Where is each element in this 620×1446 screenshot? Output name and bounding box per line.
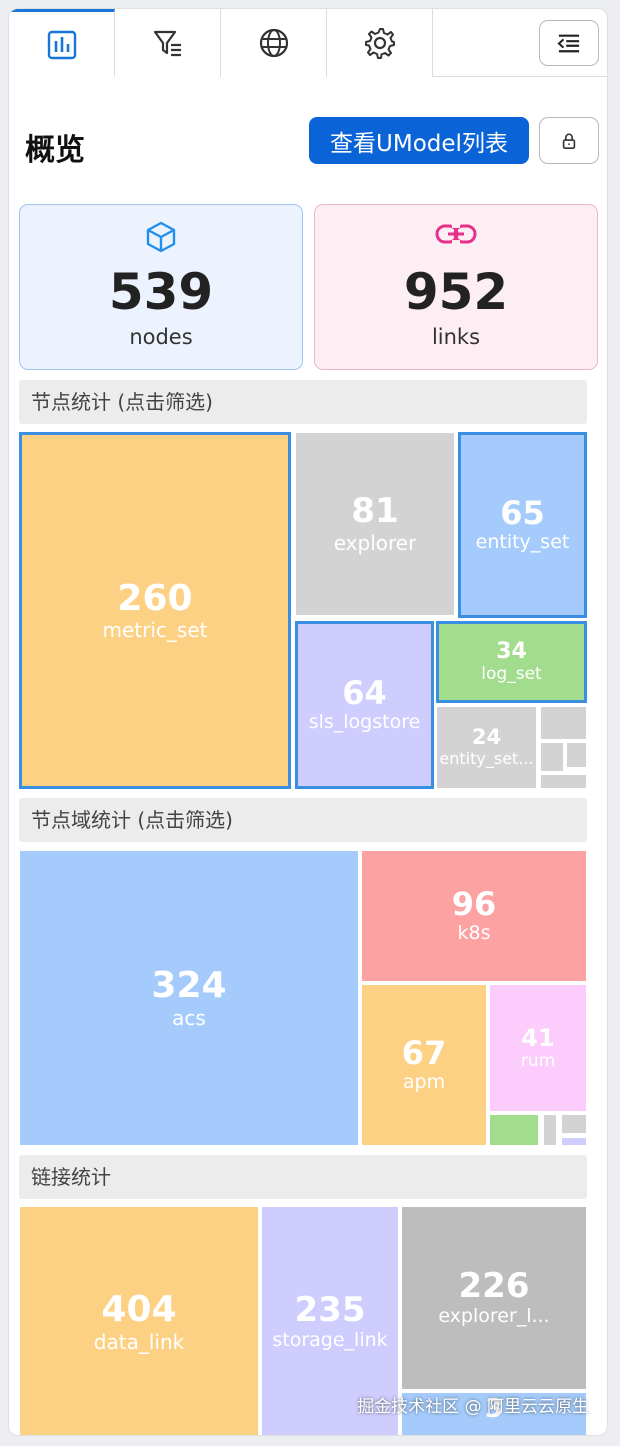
overview-panel: 概览 查看UModel列表 539 nodes 952 links 节点统计 (…: [8, 8, 608, 1436]
cube-icon: [146, 221, 176, 253]
treemap-cell[interactable]: 404 data_link: [19, 1206, 259, 1435]
treemap-cell-small[interactable]: [543, 1114, 557, 1146]
nodes-label: nodes: [129, 325, 193, 349]
cell-value: 235: [294, 1289, 366, 1330]
treemap-cell-small[interactable]: [540, 706, 587, 740]
cell-label: data_link: [93, 1329, 185, 1354]
lock-icon: [562, 133, 576, 149]
cell-value: 67: [401, 1034, 447, 1072]
collapse-menu-icon: [557, 34, 580, 53]
cell-label: log_set: [481, 663, 542, 684]
treemap-cell[interactable]: 324 acs: [19, 850, 359, 1146]
cell-label: metric_set: [102, 618, 208, 643]
cell-value: 81: [351, 491, 399, 532]
cell-label: sls_logstore: [308, 711, 421, 734]
link-icon: [435, 224, 477, 244]
node-treemap: 260 metric_set 81 explorer 65 entity_set…: [19, 432, 587, 790]
cell-value: 404: [101, 1289, 177, 1331]
treemap-cell-small[interactable]: [489, 1114, 539, 1146]
cell-label: acs: [172, 1005, 206, 1030]
cell-label: storage_link: [272, 1329, 388, 1352]
cell-value: 324: [151, 965, 227, 1007]
watermark: 掘金技术社区 @ 阿里云云原生: [357, 1397, 589, 1417]
cell-value: 64: [342, 674, 387, 712]
cell-label: entity_set: [475, 531, 570, 554]
domain-stats-header: 节点域统计 (点击筛选): [19, 798, 587, 842]
link-stats-header: 链接统计: [19, 1155, 587, 1199]
cell-label: explorer_l...: [438, 1305, 550, 1328]
view-umodel-list-button[interactable]: 查看UModel列表: [309, 117, 529, 164]
page-title: 概览: [25, 133, 85, 168]
treemap-cell-small[interactable]: [561, 1137, 587, 1146]
treemap-cell[interactable]: 260 metric_set: [19, 432, 291, 789]
treemap-cell-small[interactable]: [540, 742, 564, 772]
domain-treemap: 324 acs 96 k8s 67 apm 41 rum: [19, 850, 587, 1148]
cell-label: entity_set...: [439, 749, 534, 769]
tab-settings[interactable]: [327, 9, 433, 77]
cell-label: explorer: [333, 530, 417, 555]
cell-value: 34: [496, 638, 527, 664]
treemap-cell[interactable]: 64 sls_logstore: [295, 621, 434, 789]
tab-globe[interactable]: [221, 9, 327, 77]
cell-label: k8s: [457, 922, 491, 945]
tab-overview[interactable]: [9, 9, 115, 77]
globe-icon: [259, 28, 288, 58]
tab-bar: [9, 9, 607, 77]
treemap-cell[interactable]: 24 entity_set...: [436, 706, 537, 789]
cell-value: 96: [451, 885, 497, 923]
treemap-cell-small[interactable]: [566, 742, 587, 768]
treemap-cell[interactable]: 226 explorer_l...: [401, 1206, 587, 1390]
links-count: 952: [403, 263, 509, 321]
lock-button[interactable]: [539, 117, 599, 164]
treemap-cell-small[interactable]: [540, 774, 587, 789]
cell-value: 260: [117, 577, 193, 619]
cell-value: 24: [471, 725, 502, 750]
treemap-cell[interactable]: 81 explorer: [295, 432, 455, 616]
tab-filter[interactable]: [115, 9, 221, 77]
cell-value: 226: [458, 1265, 530, 1306]
treemap-cell[interactable]: 67 apm: [361, 984, 487, 1146]
links-label: links: [431, 325, 481, 349]
cell-label: apm: [402, 1071, 446, 1094]
cell-label: rum: [520, 1051, 556, 1071]
nodes-stat-card: 539 nodes: [19, 204, 303, 370]
collapse-menu-button[interactable]: [539, 20, 599, 66]
treemap-cell[interactable]: 34 log_set: [436, 621, 587, 703]
node-stats-header: 节点统计 (点击筛选): [19, 380, 587, 424]
cell-value: 65: [500, 494, 545, 532]
nodes-count: 539: [108, 263, 214, 321]
treemap-cell[interactable]: 65 entity_set: [458, 432, 587, 618]
treemap-cell[interactable]: 96 k8s: [361, 850, 587, 982]
treemap-cell[interactable]: 41 rum: [489, 984, 587, 1112]
bar-chart-icon: [47, 30, 76, 59]
links-stat-card: 952 links: [314, 204, 598, 370]
filter-list-icon: [153, 30, 181, 57]
treemap-cell-small[interactable]: [561, 1114, 587, 1134]
cell-value: 41: [521, 1023, 555, 1052]
gear-icon: [364, 28, 395, 59]
